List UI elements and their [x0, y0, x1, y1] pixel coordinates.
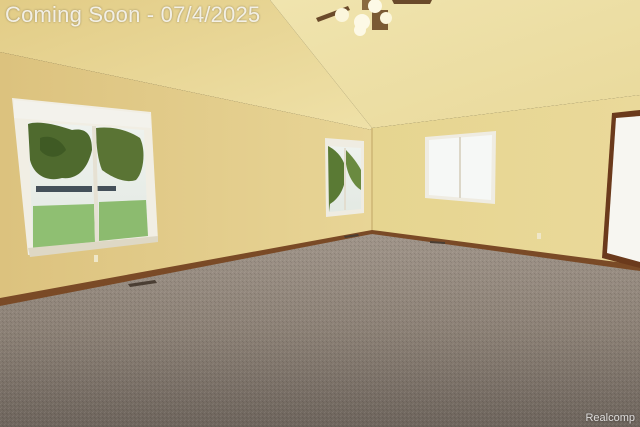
room-photo: Coming Soon - 07/4/2025 Realcomp — [0, 0, 640, 427]
left-window — [12, 98, 158, 257]
coming-soon-overlay: Coming Soon - 07/4/2025 — [5, 2, 261, 27]
outlet-left — [94, 255, 98, 262]
outlet-right — [537, 233, 541, 239]
realcomp-watermark: Realcomp — [585, 412, 635, 424]
right-window — [425, 131, 496, 204]
room-illustration — [0, 0, 640, 427]
middle-window — [325, 138, 364, 217]
